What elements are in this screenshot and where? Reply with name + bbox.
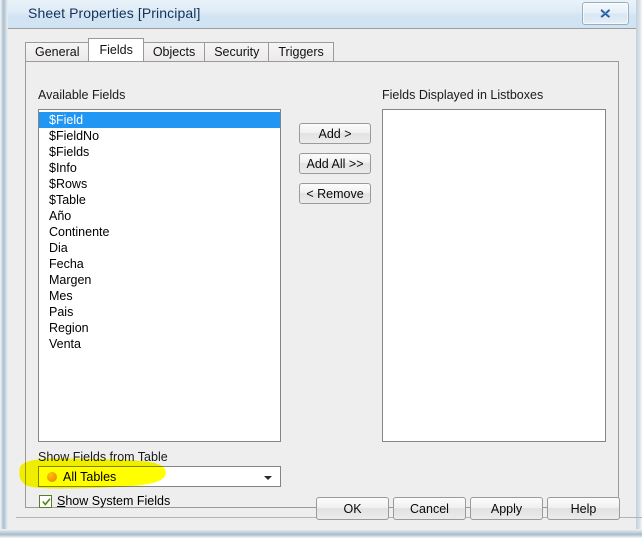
list-item[interactable]: Continente bbox=[39, 224, 280, 240]
window-frame-left bbox=[0, 0, 8, 538]
tab-general[interactable]: General bbox=[25, 42, 90, 61]
displayed-fields-listbox[interactable] bbox=[382, 109, 606, 442]
show-system-fields-label: Show System Fields bbox=[57, 494, 171, 508]
tab-objects[interactable]: Objects bbox=[142, 42, 206, 61]
tab-security[interactable]: Security bbox=[204, 42, 270, 61]
orange-circle-icon bbox=[47, 472, 57, 482]
close-button[interactable] bbox=[582, 2, 629, 25]
available-fields-items: $Field $FieldNo $Fields $Info $Rows $Tab… bbox=[39, 110, 280, 352]
checkmark-icon bbox=[42, 497, 51, 506]
sheet-properties-dialog: Sheet Properties [Principal] General Fie… bbox=[0, 0, 642, 538]
list-item[interactable]: Fecha bbox=[39, 256, 280, 272]
list-item[interactable]: Dia bbox=[39, 240, 280, 256]
list-item[interactable]: Mes bbox=[39, 288, 280, 304]
close-x-icon bbox=[600, 8, 611, 18]
tab-strip: General Fields Objects Security Triggers bbox=[25, 38, 334, 61]
tab-triggers[interactable]: Triggers bbox=[268, 42, 334, 61]
list-item[interactable]: $Table bbox=[39, 192, 280, 208]
window-frame-bottom bbox=[0, 529, 642, 538]
list-item[interactable]: $Fields bbox=[39, 144, 280, 160]
show-system-fields-checkbox[interactable]: Show System Fields bbox=[39, 493, 170, 509]
list-item[interactable]: $Rows bbox=[39, 176, 280, 192]
list-item[interactable]: Año bbox=[39, 208, 280, 224]
remove-button[interactable]: < Remove bbox=[299, 183, 371, 204]
table-select[interactable]: All Tables bbox=[38, 466, 281, 487]
show-fields-from-table-label: Show Fields from Table bbox=[38, 450, 168, 464]
fields-tab-panel: Available Fields $Field $FieldNo $Fields… bbox=[25, 61, 619, 508]
list-item[interactable]: Venta bbox=[39, 336, 280, 352]
list-item[interactable]: $FieldNo bbox=[39, 128, 280, 144]
checkbox-box[interactable] bbox=[39, 494, 52, 508]
window-title: Sheet Properties [Principal] bbox=[28, 5, 201, 21]
add-all-button[interactable]: Add All >> bbox=[299, 153, 371, 174]
title-bar[interactable]: Sheet Properties [Principal] bbox=[8, 0, 636, 28]
table-select-value: All Tables bbox=[63, 470, 117, 484]
ok-button[interactable]: OK bbox=[316, 497, 389, 520]
available-fields-label: Available Fields bbox=[38, 88, 126, 102]
cancel-button[interactable]: Cancel bbox=[393, 497, 466, 520]
window-frame-right bbox=[636, 0, 642, 538]
dialog-client-area: General Fields Objects Security Triggers… bbox=[8, 28, 642, 529]
help-button[interactable]: Help bbox=[547, 497, 620, 520]
tab-fields[interactable]: Fields bbox=[88, 38, 144, 61]
chevron-down-icon[interactable] bbox=[264, 476, 272, 480]
list-item[interactable]: $Field bbox=[39, 112, 280, 128]
list-item[interactable]: Margen bbox=[39, 272, 280, 288]
available-fields-listbox[interactable]: $Field $FieldNo $Fields $Info $Rows $Tab… bbox=[38, 109, 281, 442]
add-button[interactable]: Add > bbox=[299, 123, 371, 144]
apply-button[interactable]: Apply bbox=[470, 497, 543, 520]
list-item[interactable]: Region bbox=[39, 320, 280, 336]
list-item[interactable]: Pais bbox=[39, 304, 280, 320]
displayed-fields-label: Fields Displayed in Listboxes bbox=[382, 88, 544, 102]
list-item[interactable]: $Info bbox=[39, 160, 280, 176]
